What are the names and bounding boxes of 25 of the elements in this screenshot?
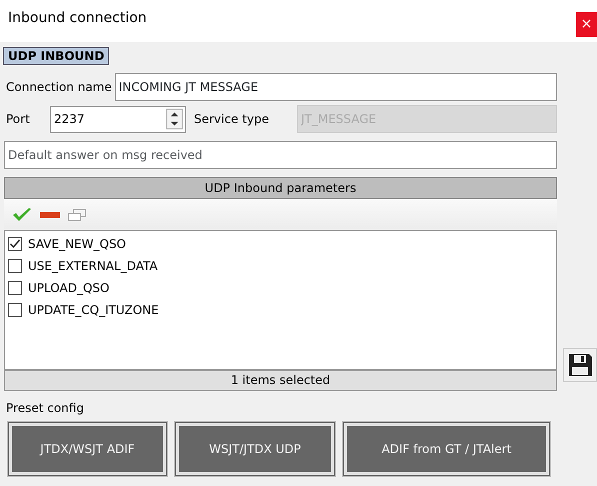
parameter-label: UPLOAD_QSO <box>28 280 110 297</box>
default-answer-field[interactable]: Default answer on msg received <box>4 141 557 169</box>
parameters-header: UDP Inbound parameters <box>4 177 557 199</box>
check-all-icon[interactable] <box>12 208 32 222</box>
connection-name-field[interactable]: INCOMING JT MESSAGE <box>114 73 557 101</box>
connection-name-label: Connection name <box>6 79 113 96</box>
preset-config-label: Preset config <box>6 400 85 417</box>
parameter-label: UPDATE_CQ_ITUZONE <box>28 302 159 319</box>
port-label: Port <box>6 111 31 128</box>
save-button[interactable] <box>563 348 597 382</box>
preset-button[interactable]: JTDX/WSJT ADIF <box>8 422 167 476</box>
checkbox[interactable] <box>8 259 22 273</box>
status-bar: 1 items selected <box>4 370 557 391</box>
window-title: Inbound connection <box>7 9 147 28</box>
section-label: UDP INBOUND <box>3 47 110 65</box>
service-type-label: Service type <box>194 111 270 128</box>
preset-button[interactable]: WSJT/JTDX UDP <box>175 422 335 476</box>
parameter-label: SAVE_NEW_QSO <box>28 236 126 253</box>
checkbox[interactable] <box>8 281 22 295</box>
parameter-label: USE_EXTERNAL_DATA <box>28 258 158 275</box>
checkbox[interactable] <box>8 237 22 251</box>
preset-button[interactable]: ADIF from GT / JTAlert <box>343 422 550 476</box>
minus-icon[interactable] <box>40 212 60 218</box>
checkbox[interactable] <box>8 303 22 317</box>
close-button[interactable]: × <box>576 12 597 37</box>
